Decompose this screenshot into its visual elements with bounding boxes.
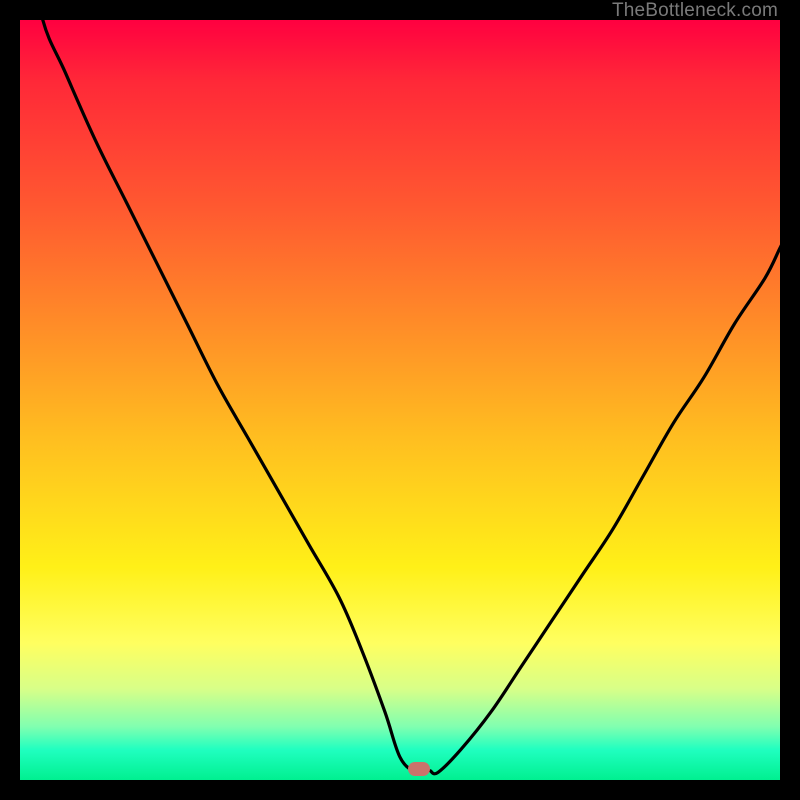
bottleneck-curve xyxy=(20,20,780,780)
curve-right-segment xyxy=(430,230,780,774)
curve-left-segment xyxy=(31,20,419,773)
optimum-marker xyxy=(408,762,430,776)
watermark-label: TheBottleneck.com xyxy=(612,0,778,22)
chart-frame: TheBottleneck.com xyxy=(0,0,800,800)
